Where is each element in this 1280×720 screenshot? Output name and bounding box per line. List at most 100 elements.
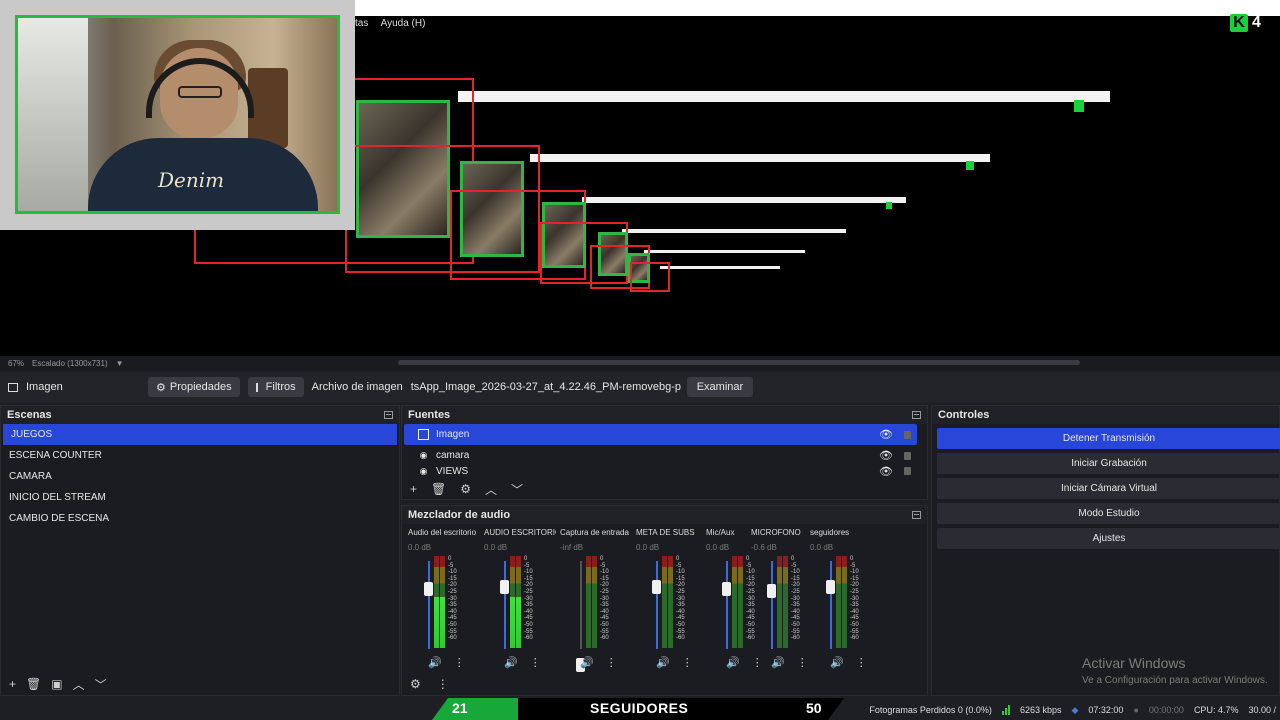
volume-fader-handle[interactable] — [652, 580, 661, 594]
preview-canvas[interactable]: tas Ayuda (H) K 4 Denim — [0, 0, 1280, 356]
advanced-audio-icon[interactable]: ⚙ — [410, 677, 421, 691]
source-item[interactable]: ◉ camara 👁 — [404, 445, 917, 466]
properties-button[interactable]: ⚙ Propiedades — [148, 377, 240, 397]
more-options-icon[interactable]: ⋮ — [682, 656, 693, 669]
settings-button[interactable]: Ajustes — [937, 528, 1280, 549]
channel-volume-db: 0.0 dB — [636, 543, 660, 552]
audio-level-meter — [510, 556, 515, 648]
browse-button[interactable]: Examinar — [686, 377, 754, 397]
meter-scale-tick: -50 — [448, 621, 457, 628]
trash-icon[interactable]: 🗑 — [431, 482, 446, 496]
filters-button[interactable]: Filtros — [247, 377, 304, 397]
meter-scale-tick: -50 — [850, 621, 859, 628]
speaker-icon[interactable]: 🔊 — [656, 656, 670, 669]
more-options-icon[interactable]: ⋮ — [856, 656, 867, 669]
volume-fader-track[interactable] — [830, 561, 832, 649]
more-options-icon[interactable]: ⋮ — [437, 677, 449, 691]
chevron-down-icon[interactable]: ﹀ — [511, 481, 523, 498]
volume-fader-track[interactable] — [771, 561, 773, 649]
meter-scale-tick: -50 — [524, 621, 533, 628]
overlay-logo-number: 4 — [1252, 14, 1261, 31]
add-icon[interactable]: + — [9, 677, 16, 691]
chevron-up-icon[interactable]: ︿ — [485, 481, 497, 498]
selected-source-name: Imagen — [26, 381, 63, 393]
lock-icon[interactable] — [904, 467, 911, 475]
scene-item[interactable]: JUEGOS — [3, 424, 397, 445]
meter-scale-tick: -5 — [600, 562, 606, 569]
audio-level-meter — [738, 556, 743, 648]
meter-scale-tick: -15 — [676, 575, 685, 582]
speaker-icon[interactable]: 🔊 — [771, 656, 785, 669]
start-recording-button[interactable]: Iniciar Grabación — [937, 453, 1280, 474]
studio-mode-button[interactable]: Modo Estudio — [937, 503, 1280, 524]
scene-item[interactable]: CAMBIO DE ESCENA — [1, 508, 399, 529]
start-virtual-camera-button[interactable]: Iniciar Cámara Virtual — [937, 478, 1280, 499]
source-item[interactable]: ◉ VIEWS 👁 — [404, 466, 917, 476]
scaling-dropdown-icon[interactable]: ▼ — [116, 359, 124, 368]
channel-controls: 🔊 ⋮ — [580, 656, 617, 669]
bitrate: 6263 kbps — [1019, 705, 1062, 715]
file-path-field[interactable]: tsApp_Image_2026-03-27_at_4.22.46_PM-rem… — [411, 381, 681, 393]
scene-item[interactable]: INICIO DEL STREAM — [1, 487, 399, 508]
chevron-down-icon[interactable]: ﹀ — [95, 676, 107, 693]
audio-level-meter — [662, 556, 667, 648]
lock-icon[interactable] — [904, 451, 911, 460]
mixer-channel: META DE SUBS 0.0 dB 0 -5 -10 -15 -20 -25 -30 -35-… — [636, 528, 708, 678]
speaker-icon[interactable]: 🔊 — [428, 656, 442, 669]
channel-volume-db: -inf dB — [560, 543, 584, 552]
menu-item: tas — [355, 18, 369, 29]
volume-fader-handle[interactable] — [500, 580, 509, 594]
more-options-icon[interactable]: ⋮ — [530, 656, 541, 669]
more-options-icon[interactable]: ⋮ — [606, 656, 617, 669]
trash-icon[interactable]: 🗑 — [26, 677, 41, 691]
meter-scale-tick: -15 — [600, 575, 609, 582]
eye-icon[interactable]: 👁 — [879, 428, 893, 441]
volume-fader-handle[interactable] — [826, 580, 835, 594]
more-options-icon[interactable]: ⋮ — [797, 656, 808, 669]
volume-fader-track[interactable] — [726, 561, 728, 649]
volume-fader-track[interactable] — [428, 561, 430, 649]
source-item[interactable]: Imagen 👁 — [404, 424, 917, 445]
meter-scale-tick: -10 — [524, 569, 533, 576]
lock-icon[interactable] — [904, 430, 911, 439]
channel-volume-db: 0.0 dB — [810, 543, 834, 552]
speaker-icon[interactable]: 🔊 — [830, 656, 844, 669]
speaker-icon[interactable]: 🔊 — [580, 656, 594, 669]
image-icon — [418, 429, 429, 440]
scene-item[interactable]: ESCENA COUNTER — [1, 445, 399, 466]
speaker-icon[interactable]: 🔊 — [504, 656, 518, 669]
meter-scale-tick: 0 — [600, 556, 604, 562]
preview-horizontal-scrollbar[interactable] — [398, 360, 1080, 365]
meter-scale-tick: -10 — [676, 569, 685, 576]
overlay-logo: K 4 — [1230, 14, 1261, 32]
meter-scale-tick: -30 — [850, 595, 859, 602]
more-options-icon[interactable]: ⋮ — [454, 656, 465, 669]
mixer-title: Mezclador de audio — [408, 509, 511, 521]
preview-top-bar — [355, 0, 1280, 16]
filter-icon[interactable]: ▣ — [51, 677, 62, 691]
undock-icon[interactable] — [384, 411, 393, 419]
scene-item[interactable]: CAMARA — [1, 466, 399, 487]
volume-fader-track[interactable] — [504, 561, 506, 649]
speaker-icon[interactable]: 🔊 — [726, 656, 740, 669]
meter-scale-tick: -15 — [524, 575, 533, 582]
volume-fader-track[interactable] — [656, 561, 658, 649]
eye-icon[interactable]: 👁 — [879, 466, 893, 476]
image-source-icon — [8, 382, 18, 392]
volume-fader-handle[interactable] — [722, 582, 731, 596]
follower-goal-label: SEGUIDORES — [590, 700, 689, 716]
gear-icon[interactable]: ⚙ — [460, 482, 471, 496]
eye-icon[interactable]: 👁 — [879, 449, 893, 462]
volume-fader-track[interactable] — [580, 561, 582, 649]
undock-icon[interactable] — [912, 411, 921, 419]
meter-scale-tick: -20 — [600, 582, 609, 589]
volume-fader-handle[interactable] — [424, 582, 433, 596]
signal-strength-icon — [1001, 705, 1010, 715]
volume-fader-handle[interactable] — [767, 584, 776, 598]
add-icon[interactable]: + — [410, 482, 417, 496]
meter-scale-tick: -15 — [448, 575, 457, 582]
chevron-up-icon[interactable]: ︿ — [73, 676, 85, 693]
stop-streaming-button[interactable]: Detener Transmisión — [937, 428, 1280, 449]
meter-scale-tick: -25 — [600, 588, 609, 595]
undock-icon[interactable] — [912, 511, 921, 519]
